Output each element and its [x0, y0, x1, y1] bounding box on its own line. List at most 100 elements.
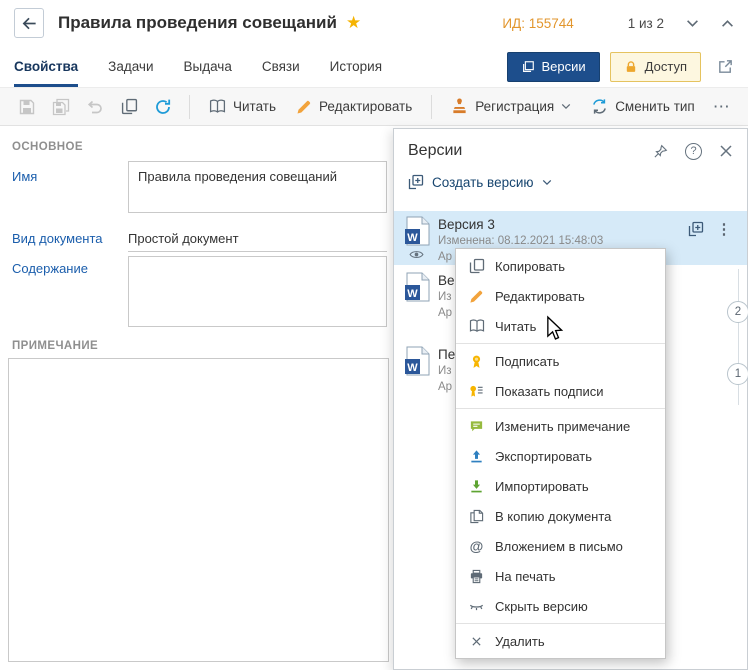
- open-book-icon: [468, 318, 485, 335]
- pager-dropdown-icon[interactable]: [686, 19, 699, 28]
- access-button[interactable]: Доступ: [610, 52, 701, 82]
- tab-bar: Свойства Задачи Выдача Связи История Вер…: [0, 46, 748, 88]
- edit-button[interactable]: Редактировать: [286, 92, 422, 122]
- create-version-from-icon[interactable]: [685, 218, 707, 240]
- refresh-button[interactable]: [148, 92, 178, 122]
- word-document-icon: W: [404, 272, 430, 307]
- undo-icon: [86, 98, 104, 116]
- change-type-button[interactable]: Сменить тип: [581, 92, 705, 122]
- copy-card-button[interactable]: [114, 92, 144, 122]
- favorite-star-icon[interactable]: ★: [346, 13, 361, 33]
- open-in-new-window-icon[interactable]: [717, 58, 734, 75]
- menu-item-label: В копию документа: [495, 509, 611, 524]
- row-menu-icon[interactable]: ⋮: [713, 218, 735, 240]
- name-input[interactable]: Правила проведения совещаний: [128, 161, 387, 213]
- word-document-icon: W: [404, 216, 430, 251]
- hide-version-icon: [468, 598, 485, 615]
- change-type-button-label: Сменить тип: [615, 99, 695, 114]
- menu-separator: [456, 408, 665, 409]
- tab-history[interactable]: История: [330, 46, 382, 87]
- menu-separator: [456, 343, 665, 344]
- version-note-fragment: Ар: [438, 251, 452, 263]
- card-pager-label: 1 из 2: [628, 16, 664, 31]
- menu-item-label: Удалить: [495, 634, 545, 649]
- menu-item-show-signatures[interactable]: Показать подписи: [456, 376, 665, 406]
- menu-item-export[interactable]: Экспортировать: [456, 441, 665, 471]
- tab-tasks[interactable]: Задачи: [108, 46, 153, 87]
- menu-item-label: Читать: [495, 319, 536, 334]
- toolbar-separator: [189, 95, 190, 119]
- menu-item-label: На печать: [495, 569, 556, 584]
- toolbar-separator: [431, 95, 432, 119]
- lock-icon: [624, 60, 638, 74]
- registration-stamp-icon: [451, 98, 468, 115]
- change-type-icon: [591, 98, 608, 115]
- content-input[interactable]: [128, 256, 387, 327]
- menu-separator: [456, 623, 665, 624]
- save-all-icon: [52, 98, 70, 116]
- edit-button-label: Редактировать: [319, 99, 412, 114]
- signatures-list-icon: [468, 383, 485, 400]
- menu-item-copy[interactable]: Копировать: [456, 251, 665, 281]
- back-button[interactable]: [14, 8, 44, 38]
- menu-item-label: Показать подписи: [495, 384, 604, 399]
- read-button-label: Читать: [233, 99, 276, 114]
- version-number-badge: 2: [727, 301, 748, 323]
- menu-item-hide-version[interactable]: Скрыть версию: [456, 591, 665, 621]
- note-input[interactable]: [8, 358, 389, 662]
- tab-properties[interactable]: Свойства: [14, 46, 78, 87]
- doc-kind-field-label: Вид документа: [12, 231, 103, 246]
- create-version-label: Создать версию: [432, 175, 534, 190]
- help-icon[interactable]: ?: [685, 143, 702, 160]
- registration-button[interactable]: Регистрация: [441, 92, 581, 122]
- menu-item-edit[interactable]: Редактировать: [456, 281, 665, 311]
- menu-item-print[interactable]: На печать: [456, 561, 665, 591]
- version-title: Пе: [438, 347, 455, 362]
- menu-item-attach-to-email[interactable]: @ Вложением в письмо: [456, 531, 665, 561]
- collapse-card-icon[interactable]: [721, 19, 734, 28]
- edit-note-icon: [468, 418, 485, 435]
- menu-item-edit-note[interactable]: Изменить примечание: [456, 411, 665, 441]
- section-note-label: ПРИМЕЧАНИЕ: [12, 340, 98, 352]
- tab-relations[interactable]: Связи: [262, 46, 300, 87]
- svg-text:W: W: [407, 232, 418, 244]
- menu-item-sign[interactable]: Подписать: [456, 346, 665, 376]
- chevron-down-icon: [561, 103, 571, 110]
- menu-item-label: Копировать: [495, 259, 565, 274]
- save-button[interactable]: [12, 92, 42, 122]
- version-modified: Из: [438, 291, 452, 303]
- read-button[interactable]: Читать: [199, 92, 286, 122]
- version-title: Ве: [438, 273, 455, 288]
- version-note-fragment: Ар: [438, 307, 452, 319]
- versions-button[interactable]: Версии: [507, 52, 600, 82]
- menu-item-label: Изменить примечание: [495, 419, 630, 434]
- copy-icon: [468, 258, 485, 275]
- chevron-down-icon: [542, 179, 552, 186]
- pin-icon[interactable]: [653, 144, 668, 159]
- menu-item-import[interactable]: Импортировать: [456, 471, 665, 501]
- svg-text:W: W: [407, 288, 418, 300]
- close-icon[interactable]: [719, 144, 733, 158]
- pencil-icon: [468, 288, 485, 305]
- save-all-button[interactable]: [46, 92, 76, 122]
- version-number-badge: 1: [727, 363, 748, 385]
- menu-item-label: Редактировать: [495, 289, 585, 304]
- menu-item-label: Импортировать: [495, 479, 589, 494]
- versions-panel-title: Версии: [408, 142, 462, 160]
- create-version-button[interactable]: Создать версию: [394, 166, 566, 200]
- menu-item-label: Скрыть версию: [495, 599, 588, 614]
- email-attachment-icon: @: [468, 538, 485, 555]
- menu-item-delete[interactable]: Удалить: [456, 626, 665, 656]
- menu-item-to-document-copy[interactable]: В копию документа: [456, 501, 665, 531]
- version-modified: Из: [438, 365, 452, 377]
- import-icon: [468, 478, 485, 495]
- menu-item-read[interactable]: Читать: [456, 311, 665, 341]
- tab-issuance[interactable]: Выдача: [184, 46, 232, 87]
- more-actions-button[interactable]: ⋯: [705, 92, 739, 122]
- doc-kind-select[interactable]: Простой документ: [128, 225, 387, 252]
- pencil-icon: [296, 99, 312, 115]
- version-context-menu: Копировать Редактировать Читать Подписат…: [455, 248, 666, 659]
- sign-ribbon-icon: [468, 353, 485, 370]
- undo-button[interactable]: [80, 92, 110, 122]
- versions-button-label: Версии: [542, 59, 586, 74]
